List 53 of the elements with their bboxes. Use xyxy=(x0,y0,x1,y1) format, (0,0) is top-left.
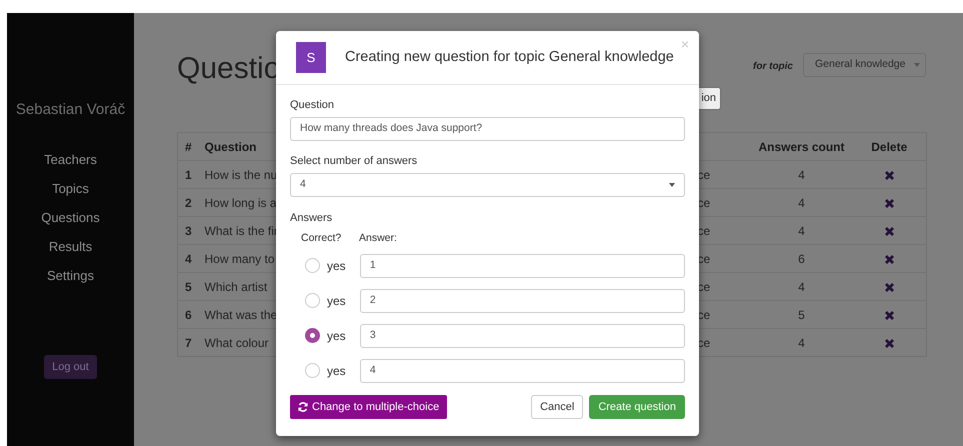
user-name: Sebastian Voráč xyxy=(16,100,126,120)
table-cell: 4 xyxy=(750,160,852,188)
table-cell: 6 xyxy=(750,244,852,272)
delete-icon[interactable] xyxy=(884,226,895,237)
delete-icon[interactable] xyxy=(884,338,895,349)
caret-icon xyxy=(669,183,675,187)
answer-field[interactable]: 4 xyxy=(360,358,685,383)
table-cell: 4 xyxy=(178,244,198,272)
topic-label: for topic xyxy=(753,60,793,74)
table-cell: 4 xyxy=(750,272,852,300)
sidebar-link[interactable]: Settings xyxy=(47,268,94,284)
delete-icon[interactable] xyxy=(884,282,895,293)
radio-label: yes xyxy=(326,362,347,380)
answer-field[interactable]: 2 xyxy=(360,288,685,313)
field-label: Question xyxy=(290,98,336,112)
sidebar-link[interactable]: Results xyxy=(48,238,92,254)
table-cell: 4 xyxy=(750,188,852,216)
change-type-button[interactable]: Change to multiple-choice xyxy=(290,394,448,419)
page-title: Questio xyxy=(177,51,280,87)
delete-icon[interactable] xyxy=(884,170,895,181)
delete-icon[interactable] xyxy=(884,310,895,321)
table-cell: 5 xyxy=(178,272,198,300)
column-header: Answers count xyxy=(750,132,852,160)
column-header: Delete xyxy=(852,132,926,160)
table-cell: 4 xyxy=(750,328,852,356)
cancel-button[interactable]: Cancel xyxy=(531,394,584,419)
question-field[interactable]: How many threads does Java support? xyxy=(290,117,685,141)
table-cell: 1 xyxy=(178,160,198,188)
logout-button[interactable]: Log out xyxy=(44,354,97,379)
sidebar-link[interactable]: Teachers xyxy=(44,152,97,168)
table-cell: 2 xyxy=(178,188,198,216)
table-cell: 5 xyxy=(750,300,852,328)
answer-field[interactable]: 3 xyxy=(360,324,685,348)
radio-label: yes xyxy=(326,258,347,275)
column-header: # xyxy=(178,132,198,160)
delete-icon[interactable] xyxy=(884,254,895,265)
table-cell: 6 xyxy=(178,300,198,328)
caret-icon xyxy=(914,63,920,67)
table-cell: 7 xyxy=(178,328,198,356)
column-header: Correct? xyxy=(301,231,342,246)
answer-count-select[interactable]: 4 xyxy=(290,173,685,197)
refresh-icon xyxy=(298,402,308,412)
radio-button[interactable] xyxy=(305,328,320,344)
radio-label: yes xyxy=(326,328,347,345)
delete-icon[interactable] xyxy=(884,198,895,209)
answer-field[interactable]: 1 xyxy=(360,254,685,278)
table-cell: 3 xyxy=(178,216,198,244)
sidebar-link[interactable]: Questions xyxy=(41,210,100,226)
column-header: Answer: xyxy=(359,231,397,246)
logo: S xyxy=(296,42,326,73)
dialog-title: Creating new question for topic General knowledge xyxy=(345,48,674,67)
table-cell: 4 xyxy=(750,216,852,244)
sidebar-link[interactable]: Topics xyxy=(52,180,89,196)
